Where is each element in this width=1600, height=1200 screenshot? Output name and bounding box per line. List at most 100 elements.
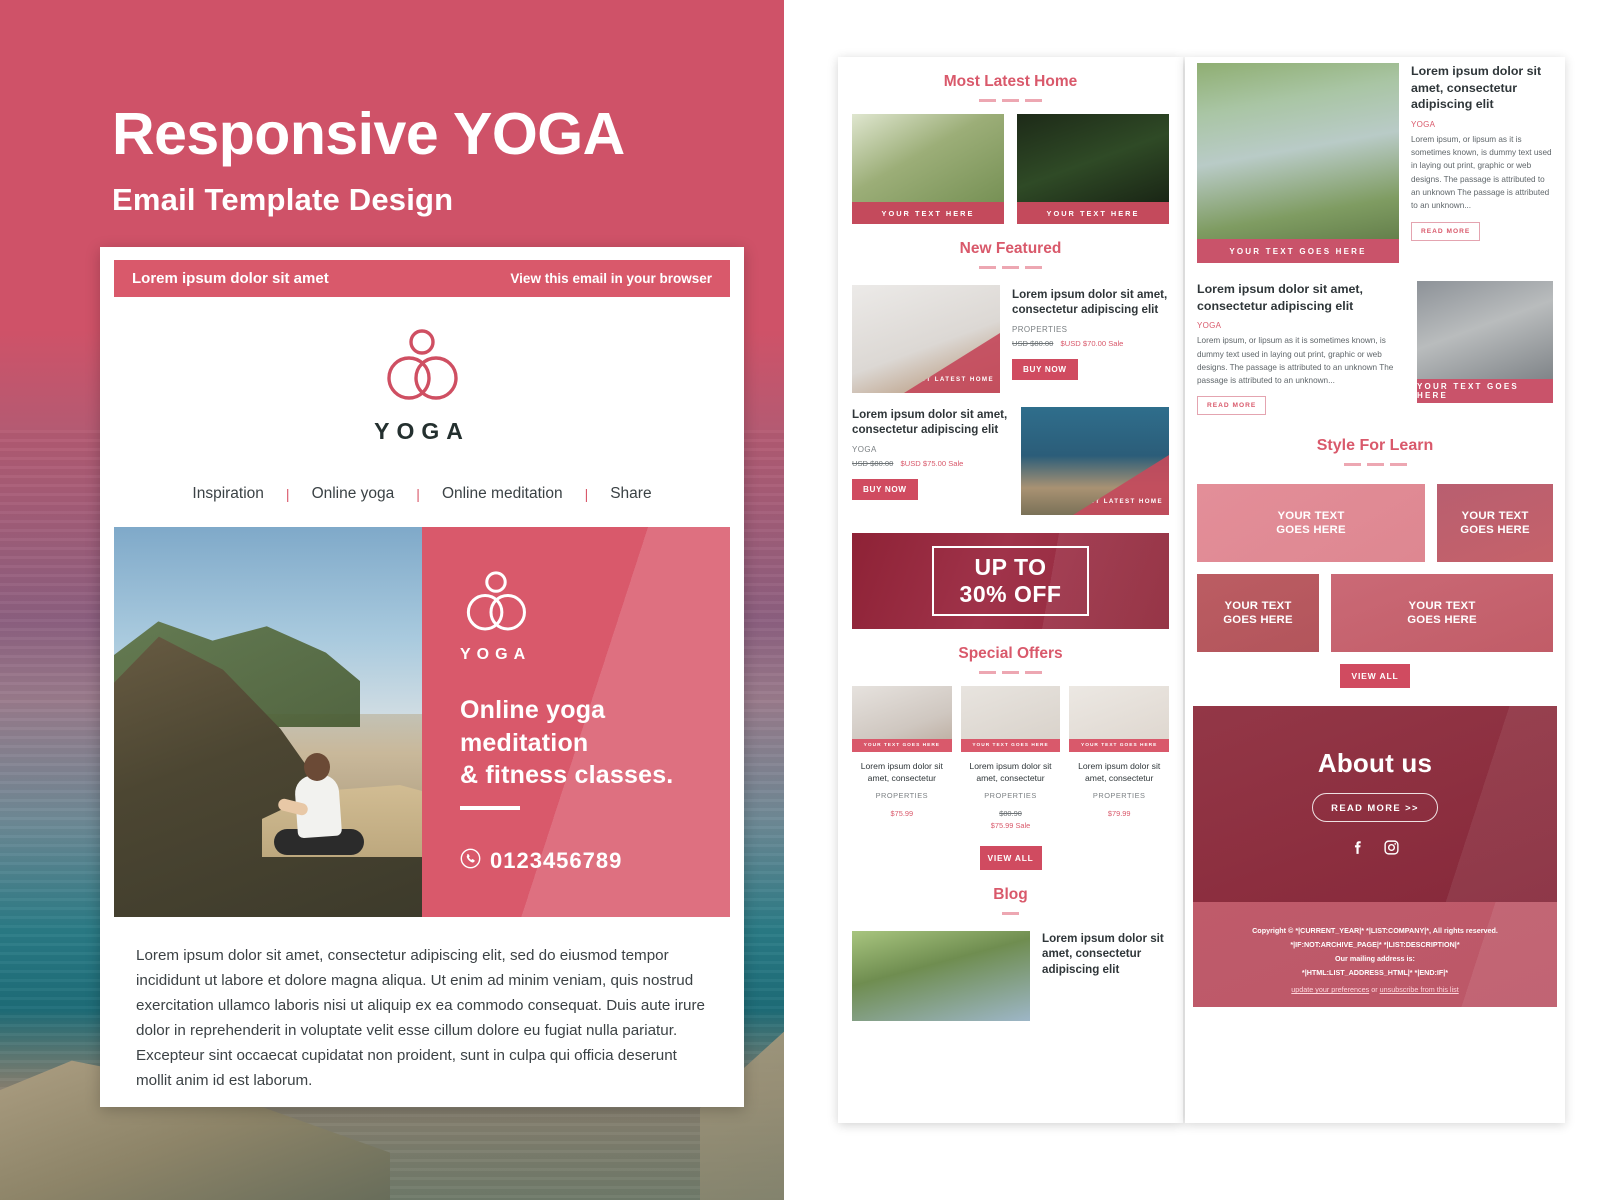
offer-caption: YOUR TEXT GOES HERE [1069,739,1170,752]
offer-card[interactable]: YOUR TEXT GOES HERE Lorem ipsum dolor si… [852,686,952,830]
tile-label-line-1: YOUR TEXT [1461,509,1529,522]
offer-price-sale: $75.99 Sale [990,820,1031,830]
hero-divider [460,805,520,810]
hero-title-line-2: meditation [460,728,589,757]
offer-category: PROPERTIES [1092,790,1146,800]
offer-image: YOUR TEXT GOES HERE [960,686,1061,752]
section-divider [848,266,1173,269]
section-title-special-offers: Special Offers [958,645,1063,662]
email-nav: Inspiration | Online yoga | Online medit… [114,459,730,527]
section-divider [848,671,1173,674]
featured-product-row: Lorem ipsum dolor sit amet, consectetur … [848,393,1173,515]
product-image[interactable]: MOST LATEST HOME [1021,407,1169,515]
product-image[interactable]: MOST LATEST HOME [852,285,1000,393]
about-us-title: About us [1317,747,1433,778]
promo-banner[interactable]: UP TO 30% OFF [852,533,1169,629]
footer-description: *|IF:NOT:ARCHIVE_PAGE|* *|LIST:DESCRIPTI… [1290,940,1460,950]
style-tile[interactable]: YOUR TEXT GOES HERE [1331,574,1553,653]
update-preferences-link[interactable]: update your preferences [1291,985,1369,994]
offer-title: Lorem ipsum dolor sit amet, consectetur [860,761,943,784]
nav-item-inspiration[interactable]: Inspiration [170,485,286,503]
style-tile[interactable]: YOUR TEXT GOES HERE [1197,484,1425,563]
instagram-icon[interactable] [1383,839,1400,861]
style-view-all-button[interactable]: VIEW ALL [1340,664,1410,689]
blog-photo [852,930,1030,1021]
buy-now-button[interactable]: BUY NOW [1012,358,1078,380]
article-image[interactable]: YOUR TEXT GOES HERE [1197,63,1399,263]
facebook-icon[interactable] [1350,839,1367,861]
tile-label-line-2: GOES HERE [1223,614,1293,627]
poster-headline: Responsive YOGA [112,101,625,167]
hero-title-line-1: Online yoga [460,696,606,724]
style-tile[interactable]: YOUR TEXT GOES HERE [1197,574,1319,653]
blog-title: Lorem ipsum dolor sit amet, consectetur … [1042,931,1164,976]
promo-line-2: 30% OFF [959,581,1062,607]
offer-card[interactable]: YOUR TEXT GOES HERE Lorem ipsum dolor si… [960,686,1061,830]
section-title-new-featured: New Featured [959,240,1062,257]
card-caption: YOUR TEXT HERE [1017,202,1169,224]
nav-item-online-meditation[interactable]: Online meditation [420,485,585,503]
article-image[interactable]: YOUR TEXT GOES HERE [1417,281,1553,403]
offer-image: YOUR TEXT GOES HERE [1069,686,1170,752]
yoga-logo-icon-white [460,571,532,639]
article-title: Lorem ipsum dolor sit amet, consectetur … [1197,282,1363,313]
product-price-line: USD $80.00 $USD $70.00 Sale [1012,339,1169,348]
section-title-blog: Blog [993,885,1028,903]
blog-image[interactable] [852,930,1030,1021]
hero-title: Online yoga meditation & fitness classes… [460,694,704,792]
nav-item-share[interactable]: Share [588,485,673,503]
article-image-caption: YOUR TEXT GOES HERE [1197,239,1399,263]
tile-label-line-2: GOES HERE [1407,614,1477,627]
read-more-button[interactable]: READ MORE [1197,396,1267,416]
product-title: Lorem ipsum dolor sit amet, consectetur … [1012,288,1168,317]
offer-caption: YOUR TEXT GOES HERE [852,739,952,752]
article-block: Lorem ipsum dolor sit amet, consectetur … [1193,263,1557,416]
read-more-button[interactable]: READ MORE [1411,221,1481,241]
email-preview-tertiary: YOUR TEXT GOES HERE Lorem ipsum dolor si… [1185,57,1565,1123]
product-category: YOGA [852,444,877,454]
email-preview-secondary: Most Latest Home YOUR TEXT HERE YOUR TEX… [838,57,1183,1123]
footer-address: *|HTML:LIST_ADDRESS_HTML|* *|END:IF|* [1301,968,1449,978]
latest-home-row: YOUR TEXT HERE YOUR TEXT HERE [848,114,1173,224]
latest-home-card[interactable]: YOUR TEXT HERE [1017,114,1169,224]
hero-brand-wordmark: YOGA [460,646,532,663]
style-tile-grid: YOUR TEXT GOES HERE YOUR TEXT GOES HERE [1193,478,1557,653]
about-us-section: About us READ MORE >> [1193,706,1557,903]
promo-banner-text: UP TO 30% OFF [931,546,1090,616]
poster-headline-group: Responsive YOGA Email Template Design [112,101,792,218]
style-tile[interactable]: YOUR TEXT GOES HERE [1437,484,1553,563]
footer-copyright: Copyright © *|CURRENT_YEAR|* *|LIST:COMP… [1252,926,1498,936]
email-footer: Copyright © *|CURRENT_YEAR|* *|LIST:COMP… [1193,902,1557,1008]
offer-price: $75.99 [852,809,952,818]
article-category: YOGA [1411,119,1436,129]
buy-now-button[interactable]: BUY NOW [852,478,918,500]
section-divider [848,99,1173,102]
offer-card[interactable]: YOUR TEXT GOES HERE Lorem ipsum dolor si… [1069,686,1170,830]
view-in-browser-link[interactable]: View this email in your browser [510,271,712,286]
about-read-more-button[interactable]: READ MORE >> [1312,792,1438,822]
offer-title: Lorem ipsum dolor sit amet, consectetur [969,761,1052,784]
latest-home-card[interactable]: YOUR TEXT HERE [852,114,1004,224]
email-preview-primary: Lorem ipsum dolor sit amet View this ema… [100,247,744,1107]
special-offers-row: YOUR TEXT GOES HERE Lorem ipsum dolor si… [848,686,1173,830]
hero-phone[interactable]: 0123456789 [460,848,704,875]
article-category: YOGA [1197,321,1222,331]
tile-label-line-1: YOUR TEXT [1277,509,1345,522]
social-links [1350,839,1400,861]
unsubscribe-link[interactable]: unsubscribe from this list [1380,985,1459,994]
poster-canvas: Responsive YOGA Email Template Design Lo… [0,0,1600,1200]
email-body-paragraph: Lorem ipsum dolor sit amet, consectetur … [136,947,705,1090]
brand-wordmark: YOGA [374,418,470,444]
offers-view-all-button[interactable]: VIEW ALL [979,845,1042,870]
offer-image: YOUR TEXT GOES HERE [852,686,952,752]
nav-item-online-yoga[interactable]: Online yoga [290,485,417,503]
email-hero: YOGA Online yoga meditation & fitness cl… [114,527,730,917]
card-caption: YOUR TEXT HERE [852,202,1004,224]
section-title-style-for-learn: Style For Learn [1316,437,1434,455]
offer-title: Lorem ipsum dolor sit amet, consectetur [1078,761,1161,784]
blog-row: Lorem ipsum dolor sit amet, consectetur … [848,927,1173,1021]
featured-product-row: MOST LATEST HOME Lorem ipsum dolor sit a… [848,281,1173,393]
hero-title-line-3: & fitness classes. [460,761,674,789]
product-title: Lorem ipsum dolor sit amet, consectetur … [852,408,1008,437]
offer-price: $79.99 [1069,809,1169,818]
